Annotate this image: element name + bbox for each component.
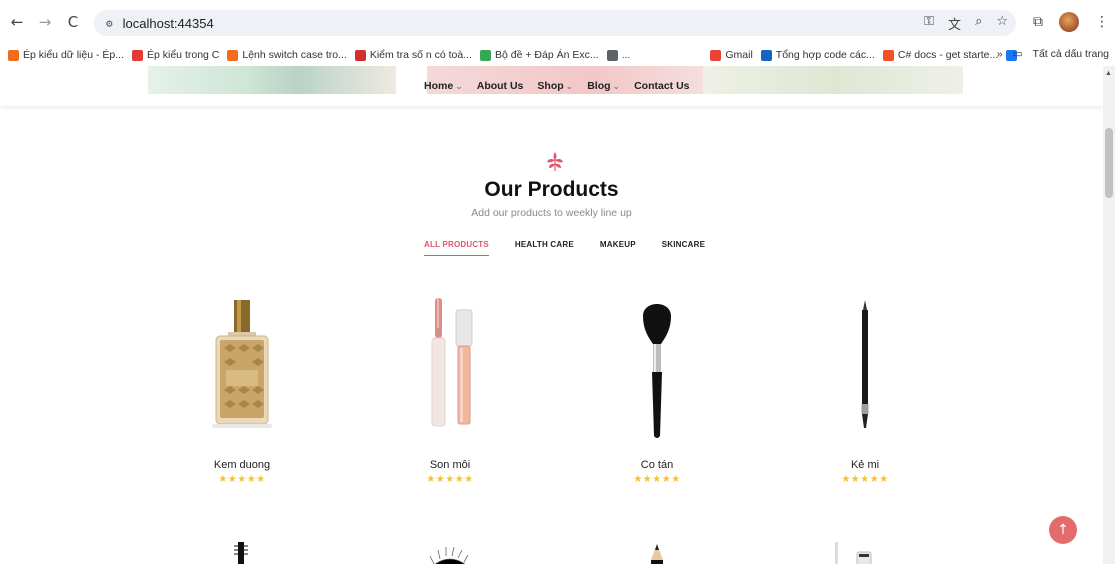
product-name[interactable]: Son môi <box>350 459 550 471</box>
site-header: Home ⌄ About Us Shop ⌄ Blog ⌄ Contact Us <box>0 66 1103 106</box>
folder-icon: ▭ <box>1012 48 1023 60</box>
star-rating: ★★★★★ <box>426 474 474 485</box>
bookmark-label: Tổng hợp code các... <box>775 49 875 61</box>
bookmark-favicon-icon <box>354 49 366 61</box>
bookmark-item[interactable]: Tổng hợp code các... <box>760 49 875 61</box>
page-viewport: Home ⌄ About Us Shop ⌄ Blog ⌄ Contact Us Our Pr… <box>0 66 1103 564</box>
extensions-icon[interactable]: ⧉ <box>1033 14 1043 30</box>
bookmark-label: Bộ đề + Đáp Án Exc... <box>494 49 599 61</box>
star-rating: ★★★★★ <box>218 474 266 485</box>
all-bookmarks-link[interactable]: Tất cả dấu trang <box>1033 48 1109 60</box>
key-icon[interactable]: ⚿ <box>924 14 934 33</box>
bookmark-favicon-icon <box>760 49 772 61</box>
product-image-lashes <box>429 546 469 564</box>
bookmark-label: C# docs - get starte... <box>897 49 999 61</box>
product-image-body-oil <box>212 300 272 428</box>
site-info-icon[interactable]: ⚙ <box>106 17 113 30</box>
bookmark-label: Gmail <box>725 49 753 61</box>
section-title: Our Products <box>484 178 619 201</box>
product-image-lip-gloss <box>431 298 473 427</box>
bookmark-item[interactable]: Lệnh switch case tro... <box>227 49 347 61</box>
bookmark-star-icon[interactable]: ☆ <box>996 14 1008 33</box>
scroll-to-top-button[interactable]: ↑ <box>1049 516 1077 544</box>
leaf-icon <box>547 152 563 171</box>
menu-item[interactable]: Shop ⌄ <box>537 80 573 92</box>
filter-tab[interactable]: ALL PRODUCTS <box>424 240 489 256</box>
chevron-down-icon: ⌄ <box>565 81 574 91</box>
bookmark-favicon-icon <box>710 49 722 61</box>
menu-item-label: Blog <box>587 80 611 92</box>
bookmark-item[interactable]: ... <box>606 49 631 61</box>
filter-tab[interactable]: SKINCARE <box>662 240 705 256</box>
product-card[interactable]: Son môi ★★★★★ <box>350 286 550 506</box>
translate-icon[interactable]: 文 <box>948 14 961 33</box>
menu-item[interactable]: Contact Us <box>634 80 689 92</box>
bookmark-label: Ép kiểu trong C <box>147 49 220 61</box>
product-image-brush-set <box>835 542 872 564</box>
main-menu: Home ⌄ About Us Shop ⌄ Blog ⌄ Contact Us <box>424 80 690 92</box>
star-rating: ★★★★★ <box>633 474 681 485</box>
bookmark-item[interactable]: Ép kiểu dữ liệu - Ép... <box>8 49 124 61</box>
star-rating: ★★★★★ <box>841 474 889 485</box>
address-url[interactable]: localhost:44354 <box>123 16 214 31</box>
bookmark-label: Kiểm tra số n có toà... <box>369 49 472 61</box>
bookmarks-overflow-button[interactable]: » <box>997 48 1003 60</box>
menu-item[interactable]: Blog ⌄ <box>587 80 620 92</box>
bookmark-favicon-icon <box>227 49 239 61</box>
chevron-down-icon: ⌄ <box>612 81 621 91</box>
bookmark-favicon-icon <box>132 49 143 61</box>
product-card[interactable]: Co tán ★★★★★ <box>557 286 757 506</box>
menu-item[interactable]: Home ⌄ <box>424 80 463 92</box>
chevron-down-icon: ⌄ <box>455 81 463 91</box>
menu-item-label: Shop <box>537 80 564 92</box>
bookmark-item[interactable]: Ép kiểu trong C <box>132 49 219 61</box>
bookmark-label: ... <box>621 49 631 61</box>
bookmark-favicon-icon <box>479 49 491 61</box>
reload-button[interactable]: C <box>62 11 84 33</box>
section-subtitle: Add our products to weekly line up <box>471 207 632 219</box>
menu-item-label: About Us <box>476 80 524 92</box>
bookmark-label: Ép kiểu dữ liệu - Ép... <box>23 49 124 61</box>
menu-item-label: Home <box>424 80 454 92</box>
product-card[interactable]: Kem duong ★★★★★ <box>142 286 342 506</box>
product-image-eyeliner <box>861 300 869 428</box>
bookmark-item[interactable]: Kiểm tra số n có toà... <box>354 49 472 61</box>
header-banner-right <box>703 66 963 94</box>
browser-toolbar: ← → C ⚙ localhost:44354 ⚿ 文 ⌕ ☆ ⧉ ⋮ <box>0 0 1115 44</box>
filter-tab[interactable]: HEALTH CARE <box>515 240 574 256</box>
profile-avatar[interactable] <box>1059 12 1079 32</box>
bookmark-label: Lệnh switch case tro... <box>242 49 347 61</box>
address-bar[interactable]: ⚙ localhost:44354 ⚿ 文 ⌕ ☆ <box>94 10 1016 36</box>
menu-item-label: Contact Us <box>634 80 690 92</box>
back-button[interactable]: ← <box>6 11 28 33</box>
menu-item[interactable]: About Us <box>477 80 524 92</box>
bookmark-item[interactable]: C# docs - get starte... <box>882 49 999 61</box>
bookmark-item[interactable]: Gmail <box>710 49 753 61</box>
forward-button[interactable]: → <box>34 11 56 33</box>
product-image-pencil <box>651 544 663 564</box>
product-filter-tabs: ALL PRODUCTS HEALTH CARE MAKEUP SKINCARE <box>424 240 705 256</box>
bookmarks-right: » ▭ Tất cả dấu trang <box>997 48 1109 60</box>
bookmark-favicon-icon <box>606 49 618 61</box>
header-banner-left <box>148 66 396 94</box>
scroll-up-arrow-icon[interactable]: ▲ <box>1105 70 1112 77</box>
omnibox-actions: ⚿ 文 ⌕ ☆ <box>924 14 1008 33</box>
product-name[interactable]: Co tán <box>557 459 757 471</box>
bookmark-favicon-icon <box>8 49 19 61</box>
filter-tab[interactable]: MAKEUP <box>600 240 636 256</box>
product-image-powder-brush <box>643 304 671 438</box>
bookmark-favicon-icon <box>882 49 894 61</box>
bookmarks-bar: Ép kiểu dữ liệu - Ép... Ép kiểu trong C Lệ… <box>0 44 1115 66</box>
product-name[interactable]: Kem duong <box>142 459 342 471</box>
page-scrollbar[interactable]: ▲ <box>1103 66 1115 564</box>
zoom-icon[interactable]: ⌕ <box>975 14 982 33</box>
product-name[interactable]: Kẻ mi <box>765 459 965 471</box>
menu-kebab-icon[interactable]: ⋮ <box>1095 14 1109 30</box>
product-image-mascara <box>234 542 248 564</box>
scrollbar-thumb[interactable] <box>1105 128 1113 198</box>
browser-actions: ⧉ ⋮ <box>1033 12 1109 32</box>
bookmark-item[interactable]: Bộ đề + Đáp Án Exc... <box>479 49 599 61</box>
product-card[interactable]: Kẻ mi ★★★★★ <box>765 286 965 506</box>
